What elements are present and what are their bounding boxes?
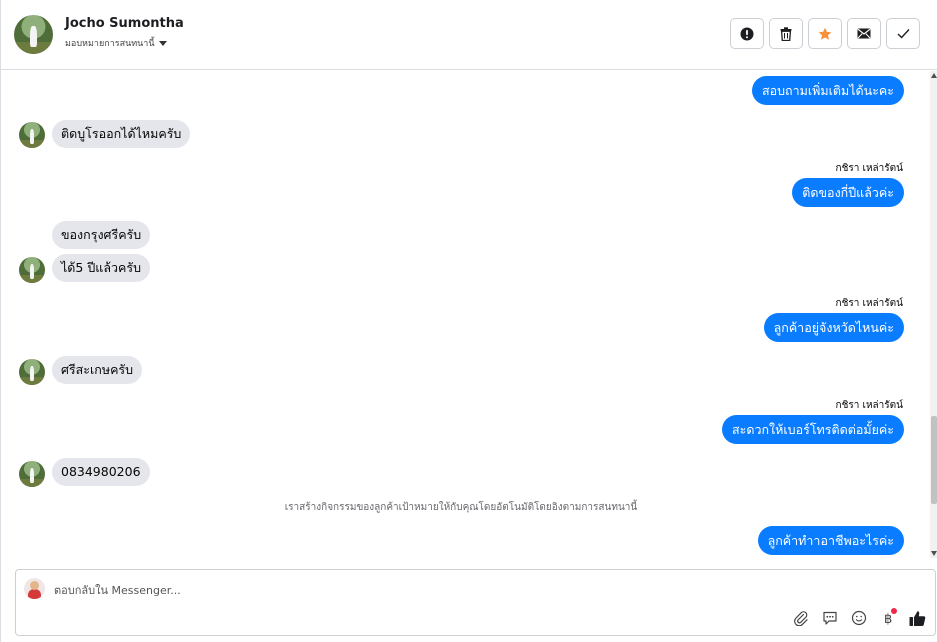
scroll-up-arrow-icon[interactable] <box>931 73 937 78</box>
conversation-panel: Jocho Sumontha มอบหมายการสนทนานี้ สอบถาม… <box>0 0 937 642</box>
scroll-thumb[interactable] <box>931 416 937 504</box>
notification-dot <box>891 608 897 614</box>
avatar[interactable] <box>14 15 53 54</box>
incoming-message[interactable]: ของกรุงศรีครับ <box>52 221 151 249</box>
reply-composer: ฿ <box>15 569 936 636</box>
contact-name[interactable]: Jocho Sumontha <box>65 16 184 31</box>
system-note: เราสร้างกิจกรรมของลูกค้าเป้าหมายให้กับคุ… <box>284 502 638 513</box>
exclamation-icon <box>740 27 754 40</box>
outgoing-message[interactable]: ติดของกี่ปีแล้วค่ะ <box>792 178 904 207</box>
avatar[interactable] <box>19 359 45 385</box>
saved-replies-button[interactable] <box>820 608 840 628</box>
avatar[interactable] <box>19 461 45 487</box>
sender-name: กชิรา เหล่ารัตน์ <box>835 163 903 174</box>
incoming-message[interactable]: ได้5 ปีแล้วครับ <box>52 254 151 282</box>
thread-scrollbar[interactable] <box>930 71 937 558</box>
conversation-header: Jocho Sumontha มอบหมายการสนทนานี้ <box>1 0 937 70</box>
sender-name: กชิรา เหล่ารัตน์ <box>835 298 903 309</box>
paperclip-icon <box>794 611 808 626</box>
page-avatar <box>24 578 45 599</box>
avatar[interactable] <box>19 122 45 148</box>
incoming-message[interactable]: ศรีสะเกษครับ <box>52 356 143 384</box>
delete-button[interactable] <box>769 18 803 49</box>
emoji-button[interactable] <box>849 608 869 628</box>
incoming-message[interactable]: 0834980206 <box>52 458 150 486</box>
assign-conversation-dropdown[interactable]: มอบหมายการสนทนานี้ <box>65 36 167 50</box>
outgoing-message[interactable]: ลูกค้าทำาอาชีพอะไรค่ะ <box>757 526 904 555</box>
mark-unread-button[interactable] <box>847 18 881 49</box>
star-icon <box>818 27 832 40</box>
report-button[interactable] <box>730 18 764 49</box>
outgoing-message[interactable]: ลูกค้าอยู่จังหวัดไหนค่ะ <box>763 313 904 342</box>
star-button[interactable] <box>808 18 842 49</box>
reply-input[interactable] <box>54 584 754 597</box>
svg-text:฿: ฿ <box>884 612 892 626</box>
mark-done-button[interactable] <box>886 18 920 49</box>
envelope-icon <box>857 28 871 39</box>
outgoing-message[interactable]: สอบถามเพิ่มเติมได้นะคะ <box>751 76 904 105</box>
conversation-toolbar <box>730 18 920 49</box>
assign-label: มอบหมายการสนทนานี้ <box>65 39 155 49</box>
sender-name: กชิรา เหล่ารัตน์ <box>835 400 903 411</box>
incoming-message[interactable]: ติดบูโรออกได้ไหมครับ <box>52 120 191 148</box>
thumbs-up-icon <box>909 610 925 626</box>
saved-replies-icon <box>823 611 837 625</box>
avatar[interactable] <box>19 257 45 283</box>
emoji-icon <box>851 610 867 626</box>
check-icon <box>897 29 910 39</box>
trash-icon <box>780 26 792 41</box>
outgoing-message[interactable]: สะดวกให้เบอร์โทรติดต่อมั้ยค่ะ <box>722 415 904 444</box>
message-thread[interactable]: สอบถามเพิ่มเติมได้นะคะ ติดบูโรออกได้ไหมค… <box>1 71 930 558</box>
scroll-down-arrow-icon[interactable] <box>931 551 937 556</box>
like-button[interactable] <box>907 608 927 628</box>
attach-file-button[interactable] <box>791 608 811 628</box>
composer-tools: ฿ <box>791 608 927 628</box>
payment-button[interactable]: ฿ <box>878 608 898 628</box>
caret-down-icon <box>158 40 167 46</box>
